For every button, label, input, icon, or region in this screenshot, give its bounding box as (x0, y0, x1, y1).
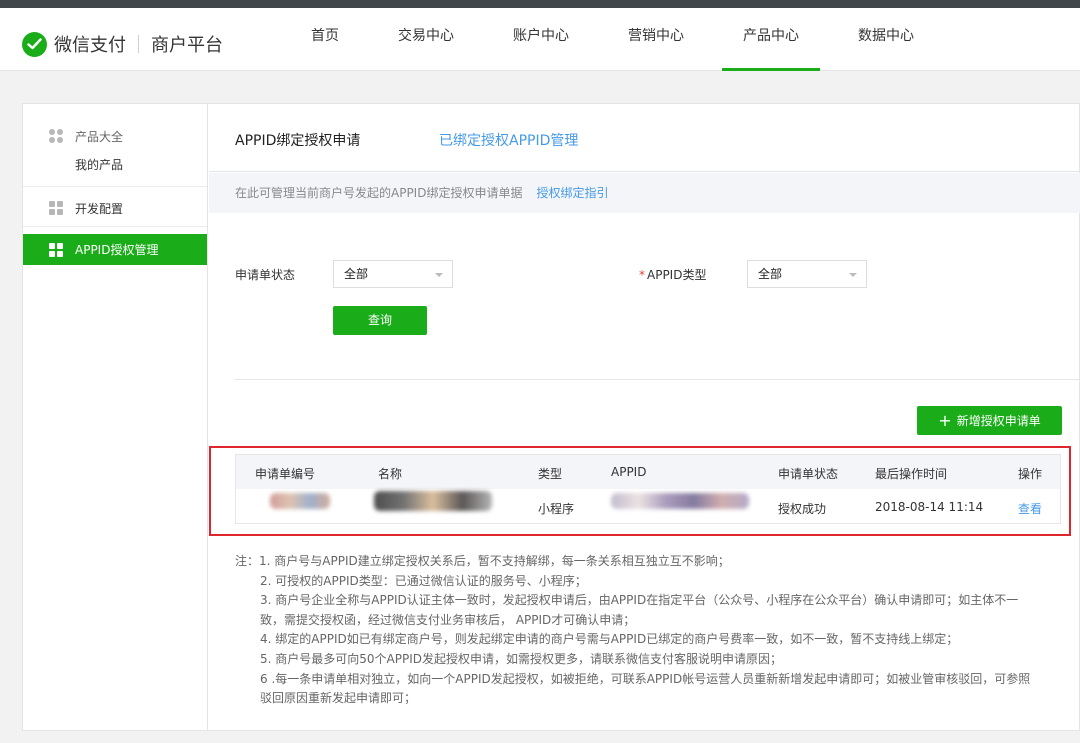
note-line: 6 .每一条申请单相对独立，如向一个APPID发起授权，如被拒绝，可联系APPI… (260, 671, 1031, 686)
nav-product-center[interactable]: 产品中心 (722, 8, 820, 71)
note-line: 驳回原因重新发起申请即可； (260, 691, 417, 706)
note-line: 4. 绑定的APPID如已有绑定商户号，则发起绑定申请的商户号需与APPID已绑… (260, 632, 959, 647)
notes-block: 注：1. 商户号与APPID建立绑定授权关系后，暂不支持解绑，每一条关系相互独立… (235, 552, 1065, 709)
nav-trade-center[interactable]: 交易中心 (377, 8, 475, 71)
main-frame: 产品大全 我的产品 开发配置 APPID授权管理 APPID绑定授权申请 已绑定… (22, 103, 1080, 731)
status-select-value: 全部 (344, 267, 369, 281)
chevron-down-icon (435, 273, 443, 277)
appid-type-filter-label: * APPID类型 (639, 266, 706, 283)
note-line: 5. 商户号最多可向50个APPID发起授权申请，如需授权更多，请联系微信支付客… (260, 651, 782, 666)
brand-name: 微信支付 (54, 35, 126, 56)
col-header-id: 申请单编号 (255, 467, 316, 481)
sidebar-item-label: 开发配置 (75, 201, 124, 216)
redacted-appid (611, 493, 749, 509)
brand-logo[interactable]: 微信支付 商户平台 (22, 31, 223, 57)
notes-prefix: 注： (235, 554, 260, 568)
nav-marketing-center[interactable]: 营销中心 (607, 8, 705, 71)
col-header-action: 操作 (1018, 467, 1043, 481)
add-apply-label: 新增授权申请单 (956, 414, 1041, 428)
brand-separator (138, 35, 139, 53)
row-time: 2018-08-14 11:14 (875, 500, 984, 514)
chevron-down-icon (849, 273, 857, 277)
required-asterisk: * (639, 268, 645, 282)
sidebar-item-my-products[interactable]: 我的产品 (23, 156, 207, 173)
note-line: 致，需提交授权函，经过微信支付业务审核后， APPID才可确认申请； (260, 612, 636, 627)
grid-icon (49, 242, 63, 257)
note-text: 1. 商户号与APPID建立绑定授权关系后，暂不支持解绑，每一条关系相互独立互不… (259, 554, 730, 568)
redacted-apply-id (270, 493, 330, 509)
sidebar-item-label: 产品大全 (75, 129, 124, 144)
plus-icon: + (938, 411, 952, 430)
content-area: APPID绑定授权申请 已绑定授权APPID管理 在此可管理当前商户号发起的AP… (209, 104, 1080, 730)
col-header-appid: APPID (611, 465, 647, 479)
sidebar-divider (23, 186, 207, 187)
wechat-pay-logo-icon (22, 31, 47, 57)
add-apply-button[interactable]: + 新增授权申请单 (917, 406, 1062, 435)
main-nav: 首页 交易中心 账户中心 营销中心 产品中心 数据中心 (290, 8, 952, 71)
sidebar-item-label: APPID授权管理 (75, 243, 159, 257)
query-button[interactable]: 查询 (333, 306, 427, 335)
col-header-status: 申请单状态 (778, 467, 839, 481)
sidebar-item-dev-config[interactable]: 开发配置 (23, 198, 207, 218)
sidebar-item-appid-auth[interactable]: APPID授权管理 (23, 234, 207, 265)
nav-home[interactable]: 首页 (290, 8, 360, 71)
note-line: 2. 可授权的APPID类型：已通过微信认证的服务号、小程序； (260, 573, 587, 588)
sidebar-divider (23, 226, 207, 227)
bind-guide-link[interactable]: 授权绑定指引 (536, 186, 608, 200)
top-header: 微信支付 商户平台 首页 交易中心 账户中心 营销中心 产品中心 数据中心 (0, 8, 1080, 71)
status-filter-label: 申请单状态 (235, 268, 296, 282)
sidebar-group-products: 产品大全 我的产品 (23, 126, 207, 173)
sidebar: 产品大全 我的产品 开发配置 APPID授权管理 (23, 104, 208, 730)
appid-type-select-value: 全部 (758, 267, 783, 281)
note-line: 注：1. 商户号与APPID建立绑定授权关系后，暂不支持解绑，每一条关系相互独立… (235, 552, 1065, 572)
row-status: 授权成功 (778, 502, 827, 516)
section-divider (235, 379, 1080, 380)
row-type: 小程序 (538, 502, 575, 516)
appid-type-label-text: APPID类型 (647, 268, 707, 282)
tab-appid-bind-apply[interactable]: APPID绑定授权申请 (235, 130, 360, 150)
col-header-name: 名称 (378, 467, 403, 481)
status-select[interactable]: 全部 (333, 260, 453, 288)
col-header-time: 最后操作时间 (875, 467, 948, 481)
grid-icon (49, 201, 63, 215)
brand-subtitle: 商户平台 (151, 35, 223, 56)
sidebar-item-all-products[interactable]: 产品大全 (23, 126, 207, 146)
nav-account-center[interactable]: 账户中心 (492, 8, 590, 71)
nav-data-center[interactable]: 数据中心 (837, 8, 935, 71)
browser-top-strip (0, 0, 1080, 8)
col-header-type: 类型 (538, 467, 563, 481)
tip-bar: 在此可管理当前商户号发起的APPID绑定授权申请单据 授权绑定指引 (209, 173, 1080, 213)
tip-text: 在此可管理当前商户号发起的APPID绑定授权申请单据 (235, 186, 523, 200)
appid-type-select[interactable]: 全部 (747, 260, 867, 288)
view-link[interactable]: 查看 (1018, 500, 1042, 517)
tab-bar: APPID绑定授权申请 已绑定授权APPID管理 (209, 104, 1080, 172)
note-line: 3. 商户号企业全称与APPID认证主体一致时，发起授权申请后，由APPID在指… (260, 593, 1019, 608)
tab-bound-appid-manage[interactable]: 已绑定授权APPID管理 (439, 130, 578, 150)
redacted-name (374, 491, 492, 511)
apply-table: 申请单编号 名称 类型 APPID 申请单状态 最后操作时间 操作 小程序 授权… (235, 454, 1061, 524)
apps-icon (49, 129, 63, 143)
